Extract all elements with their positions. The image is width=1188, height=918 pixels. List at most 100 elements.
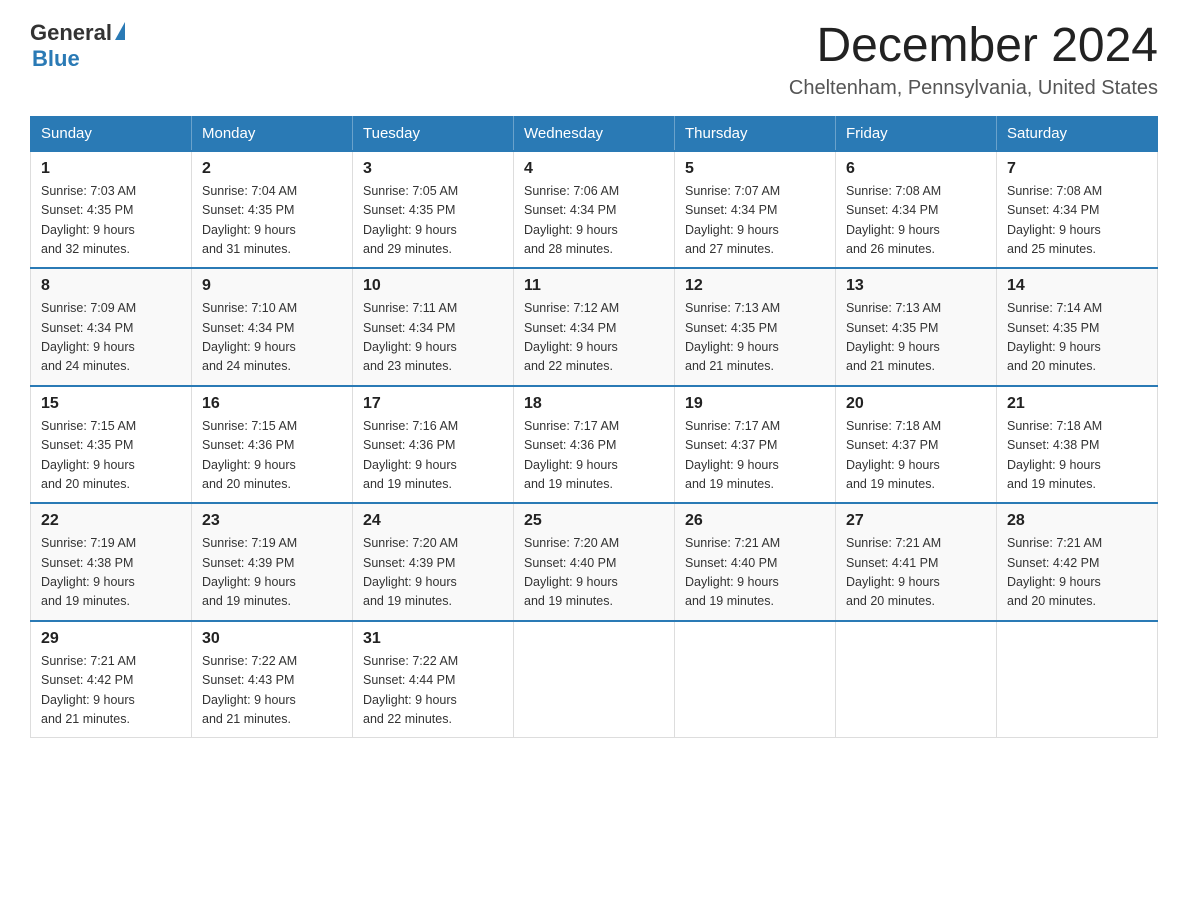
day-number: 18 <box>524 395 664 413</box>
calendar-cell: 12Sunrise: 7:13 AMSunset: 4:35 PMDayligh… <box>675 268 836 386</box>
day-number: 2 <box>202 160 342 178</box>
day-info: Sunrise: 7:15 AMSunset: 4:35 PMDaylight:… <box>41 417 181 495</box>
day-info: Sunrise: 7:18 AMSunset: 4:38 PMDaylight:… <box>1007 417 1147 495</box>
day-info: Sunrise: 7:09 AMSunset: 4:34 PMDaylight:… <box>41 299 181 377</box>
calendar-cell: 15 Sunrise: 7:15 AMSunset: 4:35 PMDayligh… <box>31 386 192 504</box>
calendar-cell: 7 Sunrise: 7:08 AMSunset: 4:34 PMDaylight… <box>997 151 1158 269</box>
calendar-cell: 24Sunrise: 7:20 AMSunset: 4:39 PMDayligh… <box>353 503 514 621</box>
day-info: Sunrise: 7:21 AMSunset: 4:42 PMDaylight:… <box>1007 534 1147 612</box>
day-info: Sunrise: 7:08 AMSunset: 4:34 PMDaylight:… <box>1007 182 1147 260</box>
day-info: Sunrise: 7:17 AMSunset: 4:37 PMDaylight:… <box>685 417 825 495</box>
weekday-header-tuesday: Tuesday <box>353 116 514 151</box>
calendar-cell: 26Sunrise: 7:21 AMSunset: 4:40 PMDayligh… <box>675 503 836 621</box>
day-number: 21 <box>1007 395 1147 413</box>
day-number: 27 <box>846 512 986 530</box>
day-number: 19 <box>685 395 825 413</box>
title-area: December 2024 Cheltenham, Pennsylvania, … <box>789 20 1158 100</box>
day-number: 5 <box>685 160 825 178</box>
day-info: Sunrise: 7:20 AMSunset: 4:39 PMDaylight:… <box>363 534 503 612</box>
month-title: December 2024 <box>789 20 1158 73</box>
calendar-cell: 4 Sunrise: 7:06 AMSunset: 4:34 PMDaylight… <box>514 151 675 269</box>
calendar-cell: 21 Sunrise: 7:18 AMSunset: 4:38 PMDayligh… <box>997 386 1158 504</box>
calendar-cell <box>836 621 997 738</box>
day-info: Sunrise: 7:22 AMSunset: 4:44 PMDaylight:… <box>363 652 503 730</box>
day-info: Sunrise: 7:19 AMSunset: 4:38 PMDaylight:… <box>41 534 181 612</box>
page-header: General Blue December 2024 Cheltenham, P… <box>30 20 1158 100</box>
logo-general-text: General <box>30 20 112 46</box>
day-info: Sunrise: 7:16 AMSunset: 4:36 PMDaylight:… <box>363 417 503 495</box>
calendar-cell: 25 Sunrise: 7:20 AMSunset: 4:40 PMDayligh… <box>514 503 675 621</box>
day-number: 22 <box>41 512 181 530</box>
day-info: Sunrise: 7:18 AMSunset: 4:37 PMDaylight:… <box>846 417 986 495</box>
calendar-cell: 3Sunrise: 7:05 AMSunset: 4:35 PMDaylight… <box>353 151 514 269</box>
day-info: Sunrise: 7:17 AMSunset: 4:36 PMDaylight:… <box>524 417 664 495</box>
weekday-header-thursday: Thursday <box>675 116 836 151</box>
weekday-header-sunday: Sunday <box>31 116 192 151</box>
day-number: 20 <box>846 395 986 413</box>
day-number: 31 <box>363 630 503 648</box>
day-number: 13 <box>846 277 986 295</box>
day-info: Sunrise: 7:10 AMSunset: 4:34 PMDaylight:… <box>202 299 342 377</box>
day-info: Sunrise: 7:13 AMSunset: 4:35 PMDaylight:… <box>846 299 986 377</box>
day-number: 6 <box>846 160 986 178</box>
calendar-row-1: 1Sunrise: 7:03 AMSunset: 4:35 PMDaylight… <box>31 151 1158 269</box>
day-number: 11 <box>524 277 664 295</box>
location-subtitle: Cheltenham, Pennsylvania, United States <box>789 77 1158 100</box>
logo: General Blue <box>30 20 125 72</box>
calendar-cell: 8Sunrise: 7:09 AMSunset: 4:34 PMDaylight… <box>31 268 192 386</box>
calendar-cell: 11 Sunrise: 7:12 AMSunset: 4:34 PMDayligh… <box>514 268 675 386</box>
logo-triangle-icon <box>115 22 125 40</box>
day-info: Sunrise: 7:05 AMSunset: 4:35 PMDaylight:… <box>363 182 503 260</box>
calendar-cell <box>997 621 1158 738</box>
day-info: Sunrise: 7:20 AMSunset: 4:40 PMDaylight:… <box>524 534 664 612</box>
day-number: 4 <box>524 160 664 178</box>
day-info: Sunrise: 7:12 AMSunset: 4:34 PMDaylight:… <box>524 299 664 377</box>
day-info: Sunrise: 7:06 AMSunset: 4:34 PMDaylight:… <box>524 182 664 260</box>
calendar-cell: 18 Sunrise: 7:17 AMSunset: 4:36 PMDayligh… <box>514 386 675 504</box>
weekday-header-wednesday: Wednesday <box>514 116 675 151</box>
day-number: 10 <box>363 277 503 295</box>
day-info: Sunrise: 7:11 AMSunset: 4:34 PMDaylight:… <box>363 299 503 377</box>
calendar-cell <box>514 621 675 738</box>
calendar-row-4: 22 Sunrise: 7:19 AMSunset: 4:38 PMDayligh… <box>31 503 1158 621</box>
day-info: Sunrise: 7:15 AMSunset: 4:36 PMDaylight:… <box>202 417 342 495</box>
calendar-cell: 22 Sunrise: 7:19 AMSunset: 4:38 PMDayligh… <box>31 503 192 621</box>
day-info: Sunrise: 7:21 AMSunset: 4:40 PMDaylight:… <box>685 534 825 612</box>
calendar-cell: 30Sunrise: 7:22 AMSunset: 4:43 PMDayligh… <box>192 621 353 738</box>
logo-blue-text: Blue <box>32 46 80 72</box>
day-number: 9 <box>202 277 342 295</box>
day-info: Sunrise: 7:22 AMSunset: 4:43 PMDaylight:… <box>202 652 342 730</box>
calendar-cell: 27Sunrise: 7:21 AMSunset: 4:41 PMDayligh… <box>836 503 997 621</box>
day-number: 14 <box>1007 277 1147 295</box>
calendar-cell: 2 Sunrise: 7:04 AMSunset: 4:35 PMDaylight… <box>192 151 353 269</box>
day-number: 12 <box>685 277 825 295</box>
day-number: 7 <box>1007 160 1147 178</box>
calendar-cell: 6 Sunrise: 7:08 AMSunset: 4:34 PMDaylight… <box>836 151 997 269</box>
calendar-cell: 5 Sunrise: 7:07 AMSunset: 4:34 PMDaylight… <box>675 151 836 269</box>
calendar-cell: 9 Sunrise: 7:10 AMSunset: 4:34 PMDaylight… <box>192 268 353 386</box>
calendar-cell: 10 Sunrise: 7:11 AMSunset: 4:34 PMDayligh… <box>353 268 514 386</box>
day-info: Sunrise: 7:08 AMSunset: 4:34 PMDaylight:… <box>846 182 986 260</box>
day-number: 28 <box>1007 512 1147 530</box>
calendar-cell: 13 Sunrise: 7:13 AMSunset: 4:35 PMDayligh… <box>836 268 997 386</box>
calendar-cell <box>675 621 836 738</box>
calendar-row-2: 8Sunrise: 7:09 AMSunset: 4:34 PMDaylight… <box>31 268 1158 386</box>
day-info: Sunrise: 7:19 AMSunset: 4:39 PMDaylight:… <box>202 534 342 612</box>
day-number: 15 <box>41 395 181 413</box>
day-number: 25 <box>524 512 664 530</box>
calendar-cell: 28 Sunrise: 7:21 AMSunset: 4:42 PMDayligh… <box>997 503 1158 621</box>
calendar-cell: 23Sunrise: 7:19 AMSunset: 4:39 PMDayligh… <box>192 503 353 621</box>
weekday-header-monday: Monday <box>192 116 353 151</box>
day-info: Sunrise: 7:03 AMSunset: 4:35 PMDaylight:… <box>41 182 181 260</box>
calendar-row-5: 29Sunrise: 7:21 AMSunset: 4:42 PMDayligh… <box>31 621 1158 738</box>
day-info: Sunrise: 7:14 AMSunset: 4:35 PMDaylight:… <box>1007 299 1147 377</box>
day-info: Sunrise: 7:04 AMSunset: 4:35 PMDaylight:… <box>202 182 342 260</box>
calendar-cell: 17Sunrise: 7:16 AMSunset: 4:36 PMDayligh… <box>353 386 514 504</box>
calendar-row-3: 15 Sunrise: 7:15 AMSunset: 4:35 PMDayligh… <box>31 386 1158 504</box>
weekday-header-friday: Friday <box>836 116 997 151</box>
day-info: Sunrise: 7:07 AMSunset: 4:34 PMDaylight:… <box>685 182 825 260</box>
weekday-header-saturday: Saturday <box>997 116 1158 151</box>
calendar-cell: 19 Sunrise: 7:17 AMSunset: 4:37 PMDayligh… <box>675 386 836 504</box>
calendar-cell: 31 Sunrise: 7:22 AMSunset: 4:44 PMDayligh… <box>353 621 514 738</box>
weekday-header-row: SundayMondayTuesdayWednesdayThursdayFrid… <box>31 116 1158 151</box>
